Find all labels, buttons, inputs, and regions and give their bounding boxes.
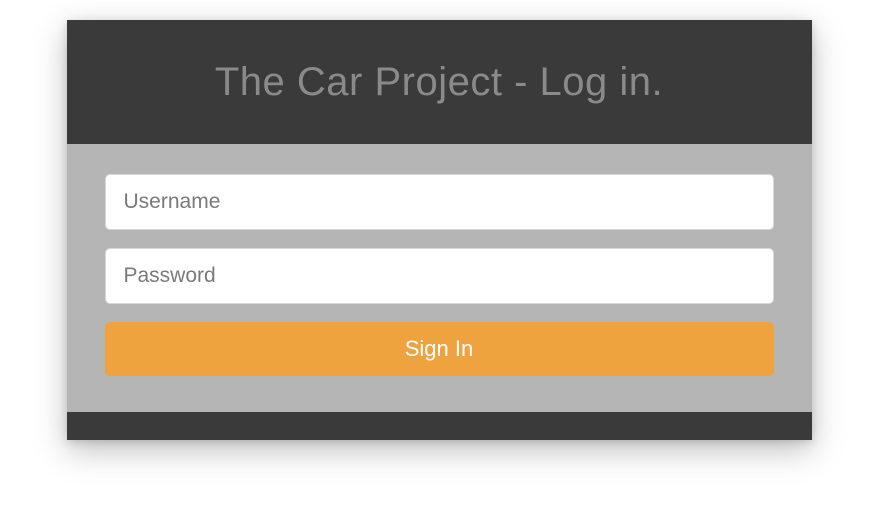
page-title: The Car Project - Log in. (215, 60, 663, 105)
username-input[interactable] (105, 174, 774, 230)
login-card: The Car Project - Log in. Sign In (67, 20, 812, 440)
card-footer (67, 412, 812, 440)
card-body: Sign In (67, 144, 812, 400)
password-input[interactable] (105, 248, 774, 304)
card-header: The Car Project - Log in. (67, 20, 812, 144)
signin-button[interactable]: Sign In (105, 322, 774, 376)
